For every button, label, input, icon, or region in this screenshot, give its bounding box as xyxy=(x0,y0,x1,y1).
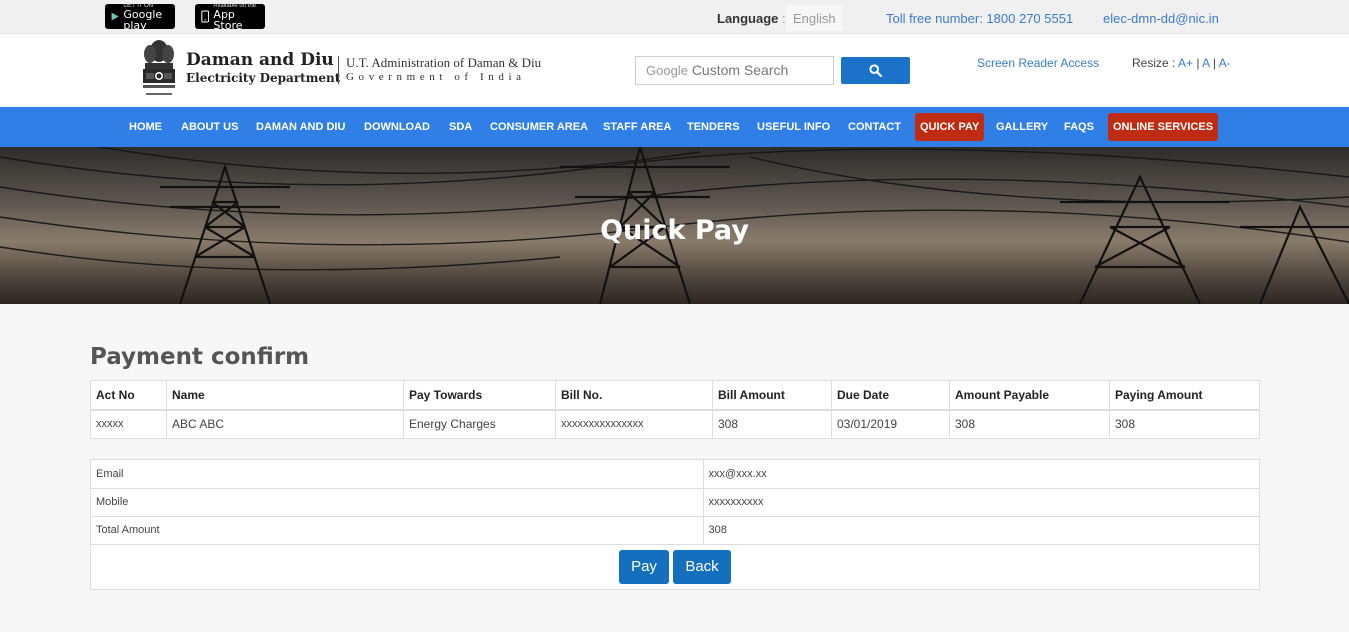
section-heading: Payment confirm xyxy=(90,344,310,370)
nav-quick-pay[interactable]: QUICK PAY xyxy=(915,113,985,141)
header-divider xyxy=(338,56,339,84)
nav-sda[interactable]: SDA xyxy=(444,113,477,141)
top-bar: GET IT ON Google play Available on the A… xyxy=(0,0,1349,34)
screen-reader-link[interactable]: Screen Reader Access xyxy=(977,56,1099,70)
nav-download[interactable]: DOWNLOAD xyxy=(359,113,435,141)
search-icon xyxy=(869,64,882,77)
google-search-label: Google xyxy=(646,63,688,78)
search-placeholder: Custom Search xyxy=(691,62,789,78)
cell-act-no: xxxxx xyxy=(90,409,167,439)
government-line: Government of India xyxy=(346,71,526,83)
email-value: xxx@xxx.xx xyxy=(703,460,1259,489)
language-select[interactable]: English xyxy=(786,5,843,31)
mobile-label: Mobile xyxy=(91,488,704,517)
administration-line: U.T. Administration of Daman & Diu xyxy=(346,55,542,70)
cell-amount-payable: 308 xyxy=(949,409,1110,439)
google-play-text: Google play xyxy=(123,7,163,32)
table-row: xxxxx ABC ABC Energy Charges xxxxxxxxxxx… xyxy=(90,409,1260,439)
main-nav: HOME ABOUT US DAMAN AND DIU DOWNLOAD SDA… xyxy=(0,107,1349,147)
col-paying-amount: Paying Amount xyxy=(1109,380,1260,411)
department-name: Daman and Diu Electricity Department xyxy=(186,50,340,86)
bill-details-table: Act No Name Pay Towards Bill No. Bill Am… xyxy=(90,380,1260,439)
nav-gallery[interactable]: GALLERY xyxy=(991,113,1053,141)
page-title: Quick Pay xyxy=(600,215,749,246)
summary-row-mobile: Mobile xxxxxxxxxx xyxy=(91,488,1259,517)
nav-useful-info[interactable]: USEFUL INFO xyxy=(752,113,835,141)
language-label: Language : xyxy=(717,11,786,26)
app-store-text: App Store xyxy=(213,7,243,32)
col-due-date: Due Date xyxy=(831,380,950,411)
resize-controls: Resize : A+ | A | A- xyxy=(1132,56,1231,70)
nav-consumer-area[interactable]: CONSUMER AREA xyxy=(485,113,593,141)
department-subtitle: Electricity Department xyxy=(186,71,341,85)
cell-paying-amount: 308 xyxy=(1109,409,1260,439)
nav-about-us[interactable]: ABOUT US xyxy=(176,113,243,141)
nav-home[interactable]: HOME xyxy=(124,113,167,141)
search-input[interactable]: Google Custom Search xyxy=(635,56,834,85)
search-button[interactable] xyxy=(841,57,910,84)
total-amount-value: 308 xyxy=(703,516,1259,545)
nav-staff-area[interactable]: STAFF AREA xyxy=(598,113,676,141)
page-banner: Quick Pay xyxy=(0,147,1349,304)
contact-email-link[interactable]: elec-dmn-dd@nic.in xyxy=(1103,11,1219,26)
font-decrease-link[interactable]: A- xyxy=(1219,56,1231,70)
cell-name: ABC ABC xyxy=(166,409,404,439)
phone-icon xyxy=(201,10,210,23)
col-name: Name xyxy=(166,380,404,411)
cell-bill-amount: 308 xyxy=(712,409,832,439)
department-title: Daman and Diu xyxy=(186,50,334,70)
summary-row-total: Total Amount 308 xyxy=(91,516,1259,545)
nav-daman-and-diu[interactable]: DAMAN AND DIU xyxy=(251,113,350,141)
summary-row-email: Email xxx@xxx.xx xyxy=(91,460,1259,489)
back-button[interactable]: Back xyxy=(673,549,731,584)
language-label-text: Language xyxy=(717,11,779,26)
email-label: Email xyxy=(91,460,704,489)
nav-tenders[interactable]: TENDERS xyxy=(682,113,745,141)
play-store-icon xyxy=(111,12,119,21)
table-header-row: Act No Name Pay Towards Bill No. Bill Am… xyxy=(90,380,1260,411)
cell-bill-no: xxxxxxxxxxxxxxx xyxy=(555,409,713,439)
national-emblem-logo[interactable] xyxy=(139,37,179,103)
nav-faqs[interactable]: FAQS xyxy=(1059,113,1099,141)
col-bill-amount: Bill Amount xyxy=(712,380,832,411)
app-store-badge[interactable]: Available on the App Store xyxy=(195,3,265,32)
font-increase-link[interactable]: A+ xyxy=(1178,56,1193,70)
font-normal-link[interactable]: A xyxy=(1202,56,1209,70)
col-act-no: Act No xyxy=(90,380,167,411)
cell-pay-towards: Energy Charges xyxy=(403,409,556,439)
col-amount-payable: Amount Payable xyxy=(949,380,1110,411)
google-play-badge[interactable]: GET IT ON Google play xyxy=(105,3,175,32)
pay-button[interactable]: Pay xyxy=(619,549,669,584)
total-amount-label: Total Amount xyxy=(91,516,704,545)
col-pay-towards: Pay Towards xyxy=(403,380,556,411)
action-buttons: Pay Back xyxy=(91,545,1259,589)
nav-contact[interactable]: CONTACT xyxy=(843,113,906,141)
col-bill-no: Bill No. xyxy=(555,380,713,411)
mobile-value: xxxxxxxxxx xyxy=(703,488,1259,517)
cell-due-date: 03/01/2019 xyxy=(831,409,950,439)
administration-title: U.T. Administration of Daman & Diu Gover… xyxy=(346,55,541,84)
payment-summary: Email xxx@xxx.xx Mobile xxxxxxxxxx Total… xyxy=(90,459,1260,590)
site-header: Daman and Diu Electricity Department U.T… xyxy=(0,34,1349,107)
tollfree-number: Toll free number: 1800 270 5551 xyxy=(886,11,1074,26)
resize-label: Resize : xyxy=(1132,56,1176,70)
nav-online-services[interactable]: ONLINE SERVICES xyxy=(1108,113,1219,141)
